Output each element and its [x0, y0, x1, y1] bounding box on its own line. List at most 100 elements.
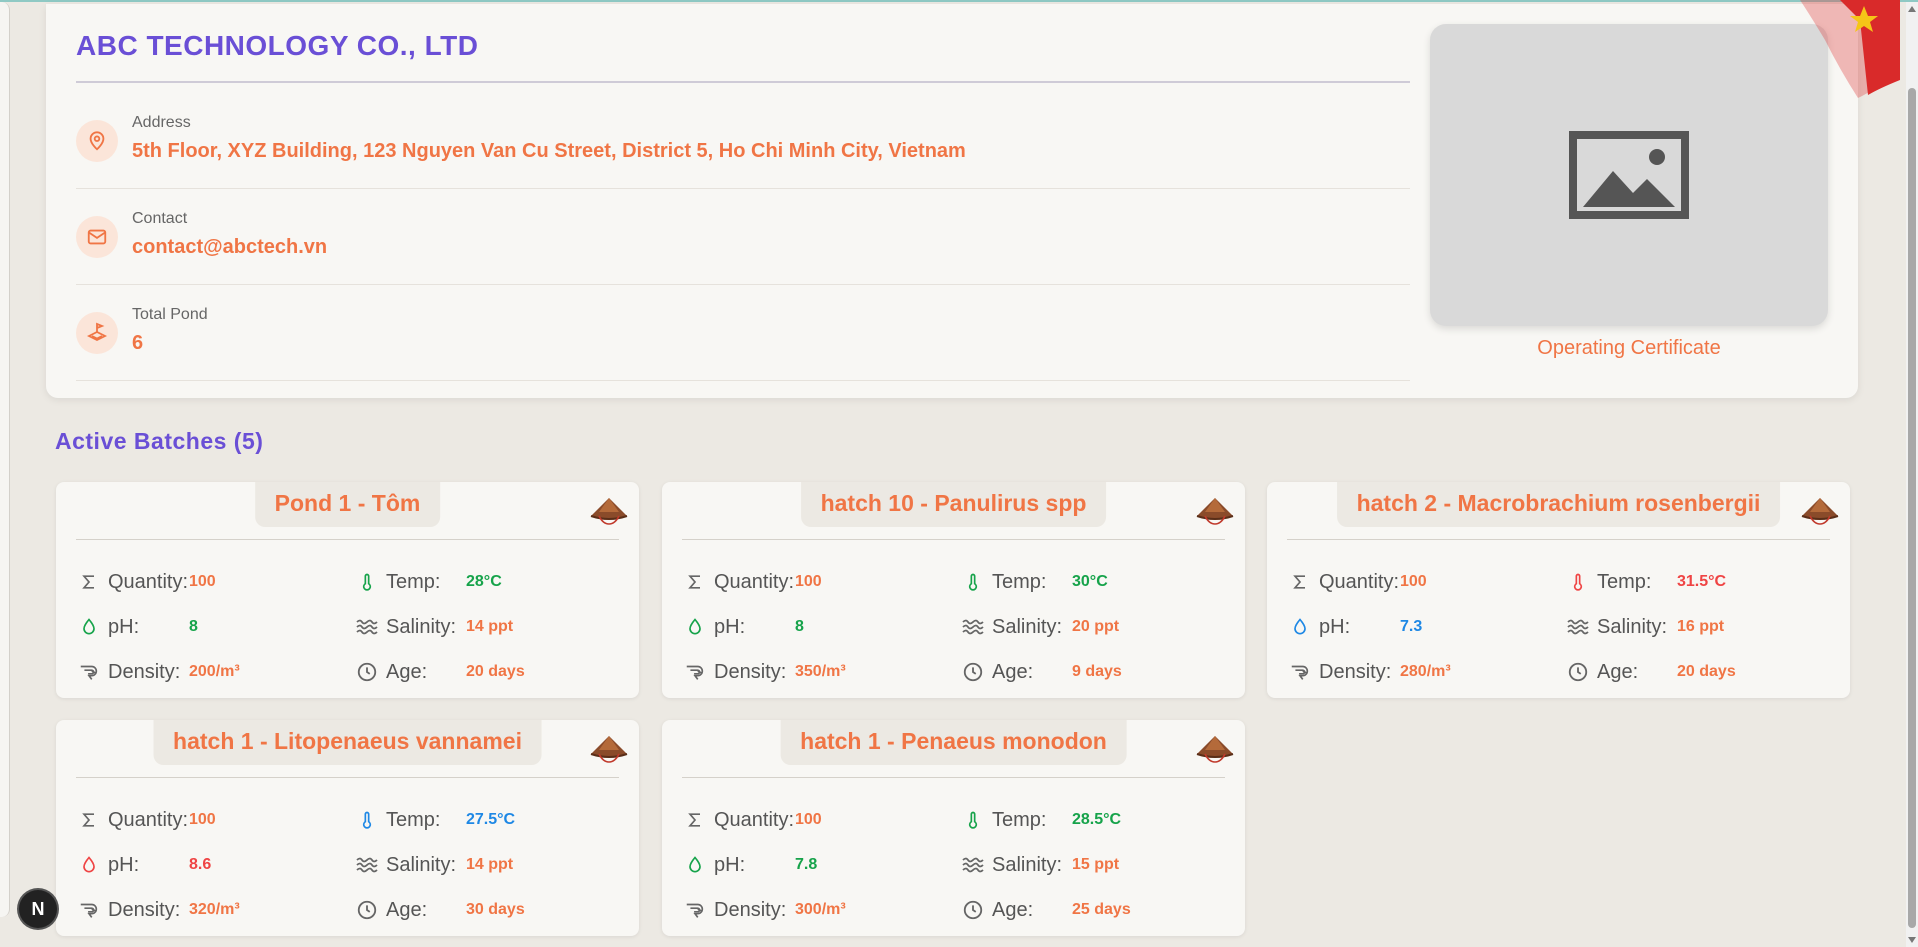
batch-title[interactable]: hatch 1 - Penaeus monodon: [780, 720, 1127, 765]
page-scrollbar[interactable]: [1906, 2, 1918, 947]
temp-value: 27.5°C: [466, 811, 516, 828]
temp-stat: Temp:: [354, 805, 440, 835]
top-accent-line: [0, 0, 1918, 2]
drop-icon: [76, 852, 102, 878]
scroll-thumb[interactable]: [1908, 88, 1916, 928]
batch-card[interactable]: Pond 1 - Tôm Quantity: 100 Temp: 28°C pH…: [56, 482, 639, 698]
batch-title[interactable]: hatch 2 - Macrobrachium rosenbergii: [1336, 482, 1781, 527]
ph-label: pH:: [714, 853, 746, 876]
sigma-icon: [76, 807, 102, 833]
ph-stat: pH:: [682, 612, 745, 642]
sigma-icon: [76, 569, 102, 595]
quantity-stat: Quantity:: [682, 805, 794, 835]
salinity-label: Salinity:: [386, 853, 457, 876]
ph-stat: pH:: [1287, 612, 1350, 642]
ph-value: 7.3: [1400, 618, 1423, 635]
density-value: 200/m³: [189, 663, 240, 680]
active-batches-title: Active Batches (5): [55, 428, 264, 454]
badge-text: N: [31, 898, 45, 919]
contact-value[interactable]: contact@abctech.vn: [132, 236, 327, 259]
company-card: ABC TECHNOLOGY CO., LTD Address 5th Floo…: [46, 4, 1858, 398]
certificate-label[interactable]: Operating Certificate: [1430, 337, 1828, 360]
temp-label: Temp:: [386, 808, 441, 831]
temp-stat: Temp:: [354, 567, 440, 597]
shrimp-icon: [682, 659, 708, 685]
density-label: Density:: [108, 660, 181, 683]
quantity-stat: Quantity:: [682, 567, 794, 597]
ph-value: 8: [795, 618, 804, 635]
salinity-stat: Salinity:: [354, 612, 456, 642]
batch-title[interactable]: hatch 1 - Litopenaeus vannamei: [153, 720, 542, 765]
sigma-icon: [1287, 569, 1313, 595]
salinity-label: Salinity:: [992, 853, 1063, 876]
density-value: 280/m³: [1400, 663, 1451, 680]
density-stat: Density:: [1287, 657, 1391, 687]
clock-icon: [354, 659, 380, 685]
sigma-icon: [682, 569, 708, 595]
age-label: Age:: [992, 660, 1034, 683]
shrimp-icon: [682, 897, 708, 923]
temp-value: 31.5°C: [1677, 573, 1727, 590]
sidebar-edge[interactable]: [0, 2, 10, 917]
salinity-value: 20 ppt: [1072, 618, 1120, 635]
total-pond-row: Total Pond 6: [76, 286, 1410, 381]
salinity-stat: Salinity:: [960, 850, 1062, 880]
density-stat: Density:: [682, 895, 786, 925]
drop-icon: [76, 614, 102, 640]
waves-icon: [354, 614, 380, 640]
ph-label: pH:: [1319, 615, 1351, 638]
sigma-icon: [682, 807, 708, 833]
clock-icon: [1565, 659, 1591, 685]
batch-card[interactable]: hatch 2 - Macrobrachium rosenbergii Quan…: [1267, 482, 1850, 698]
salinity-stat: Salinity:: [960, 612, 1062, 642]
quantity-label: Quantity:: [1319, 570, 1400, 593]
quantity-label: Quantity:: [714, 808, 795, 831]
address-label: Address: [132, 114, 191, 131]
salinity-stat: Salinity:: [354, 850, 456, 880]
scroll-down-arrow[interactable]: [1908, 937, 1916, 943]
batch-card[interactable]: hatch 10 - Panulirus spp Quantity: 100 T…: [662, 482, 1245, 698]
quantity-stat: Quantity:: [1287, 567, 1399, 597]
age-label: Age:: [992, 898, 1034, 921]
card-divider: [682, 539, 1225, 540]
thermometer-icon: [960, 807, 986, 833]
age-value: 20 days: [466, 663, 525, 680]
scroll-up-arrow[interactable]: [1908, 6, 1916, 12]
company-name: ABC TECHNOLOGY CO., LTD: [76, 30, 479, 61]
shrimp-icon: [1287, 659, 1313, 685]
salinity-label: Salinity:: [386, 615, 457, 638]
temp-label: Temp:: [386, 570, 441, 593]
pond-icon: [76, 312, 118, 354]
salinity-value: 15 ppt: [1072, 856, 1120, 873]
drop-icon: [1287, 614, 1313, 640]
density-value: 350/m³: [795, 663, 846, 680]
card-divider: [76, 777, 619, 778]
batch-title[interactable]: hatch 10 - Panulirus spp: [800, 482, 1107, 527]
temp-value: 28.5°C: [1072, 811, 1122, 828]
quantity-label: Quantity:: [108, 808, 189, 831]
total-pond-label: Total Pond: [132, 306, 208, 323]
batch-card[interactable]: hatch 1 - Litopenaeus vannamei Quantity:…: [56, 720, 639, 936]
quantity-value: 100: [795, 573, 822, 590]
nextjs-badge[interactable]: N: [19, 890, 57, 928]
quantity-value: 100: [189, 811, 216, 828]
quantity-stat: Quantity:: [76, 805, 188, 835]
density-value: 320/m³: [189, 901, 240, 918]
batch-card[interactable]: hatch 1 - Penaeus monodon Quantity: 100 …: [662, 720, 1245, 936]
clock-icon: [960, 897, 986, 923]
conical-hat-icon: [1195, 494, 1235, 526]
thermometer-icon: [1565, 569, 1591, 595]
certificate-image[interactable]: [1430, 24, 1828, 326]
ph-value: 7.8: [795, 856, 818, 873]
ph-stat: pH:: [682, 850, 745, 880]
thermometer-icon: [354, 569, 380, 595]
batch-title[interactable]: Pond 1 - Tôm: [254, 482, 441, 527]
temp-stat: Temp:: [1565, 567, 1651, 597]
drop-icon: [682, 852, 708, 878]
temp-label: Temp:: [992, 570, 1047, 593]
conical-hat-icon: [1800, 494, 1840, 526]
shrimp-icon: [76, 897, 102, 923]
salinity-value: 14 ppt: [466, 856, 514, 873]
ph-label: pH:: [108, 615, 140, 638]
density-label: Density:: [714, 660, 787, 683]
